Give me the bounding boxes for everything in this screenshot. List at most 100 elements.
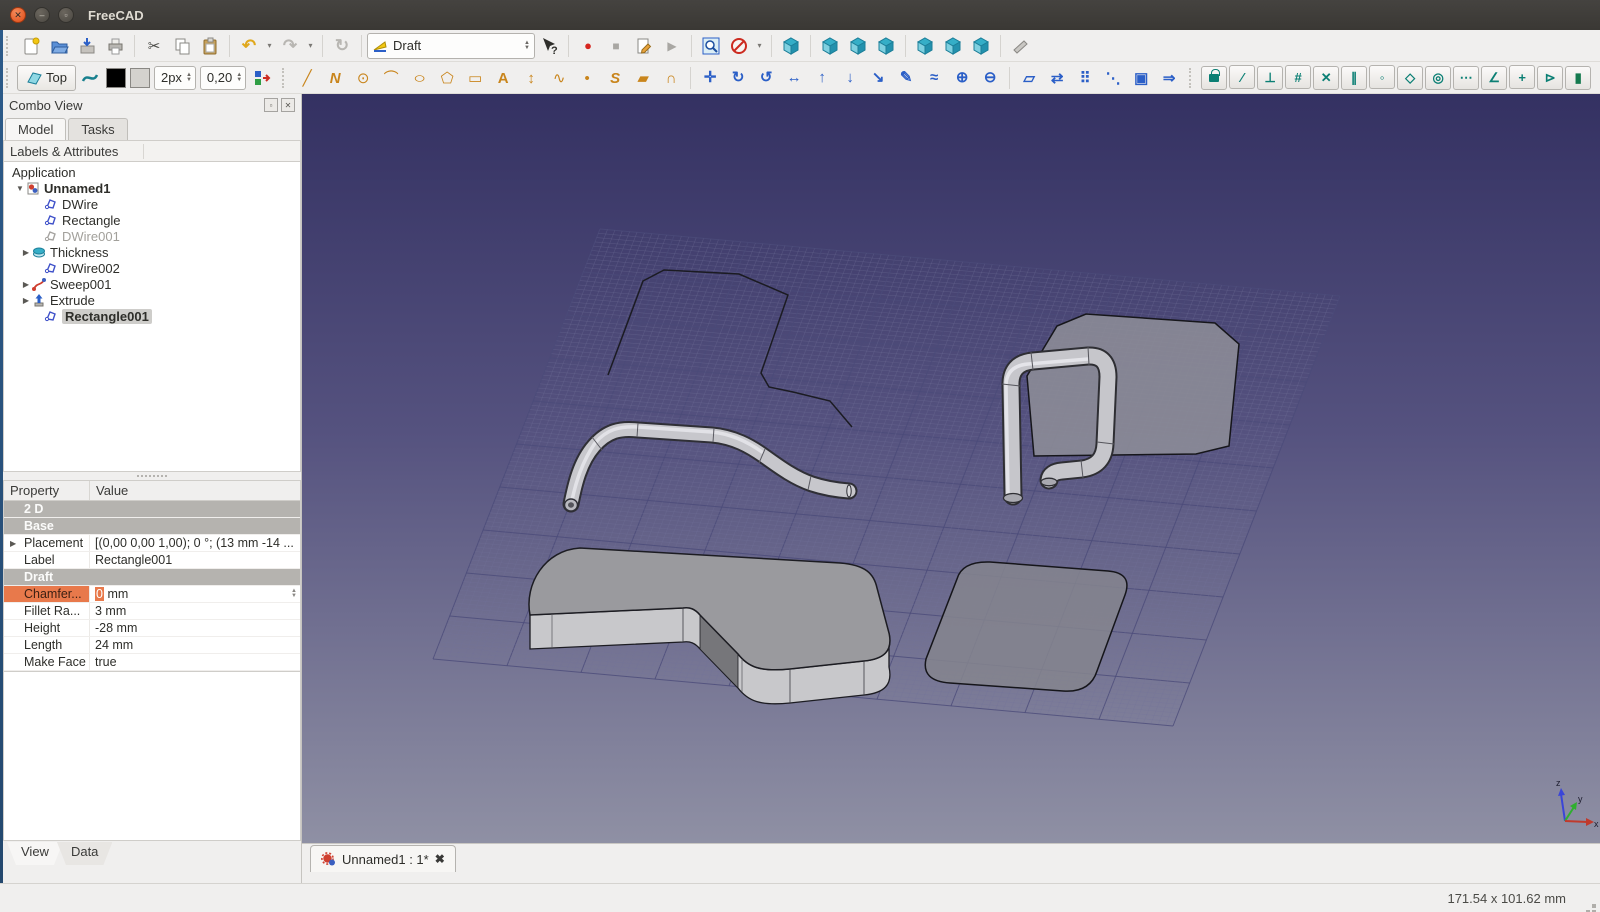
tree-item-dwire001[interactable]: DWire001 bbox=[4, 228, 300, 244]
line-color-button[interactable] bbox=[76, 65, 104, 91]
draft-delete-point[interactable]: ⊖ bbox=[976, 64, 1004, 90]
draft-bspline[interactable]: ∿ bbox=[545, 65, 573, 91]
view-bottom-button[interactable] bbox=[939, 33, 967, 59]
whats-this-button[interactable]: ? bbox=[535, 33, 563, 59]
workbench-spinner[interactable]: ▲▼ bbox=[524, 41, 530, 51]
draft-wire[interactable]: N bbox=[321, 65, 349, 91]
object-rounded-rectangle[interactable] bbox=[925, 562, 1127, 691]
snap-grid[interactable]: # bbox=[1285, 65, 1311, 89]
expand-icon[interactable]: ▶ bbox=[10, 539, 16, 548]
working-plane-button[interactable]: Top bbox=[17, 65, 76, 91]
collapse-icon[interactable]: ▼ bbox=[14, 184, 26, 193]
view-rear-button[interactable] bbox=[911, 33, 939, 59]
tree-item-thickness[interactable]: ▶ Thickness bbox=[4, 244, 300, 260]
draw-style-dropdown-caret[interactable]: ▾ bbox=[753, 33, 766, 59]
toolbar-drag-handle[interactable] bbox=[1189, 68, 1196, 88]
toolbar-drag-handle[interactable] bbox=[6, 36, 13, 56]
close-document-icon[interactable]: ✖ bbox=[435, 852, 445, 866]
tab-model[interactable]: Model bbox=[5, 118, 66, 140]
line-color-swatch[interactable] bbox=[106, 68, 126, 88]
property-group-2d[interactable]: 2 D bbox=[4, 501, 300, 518]
macro-stop-button[interactable]: ■ bbox=[602, 33, 630, 59]
undo-dropdown-caret[interactable]: ▾ bbox=[263, 33, 276, 59]
object-octagon-plate[interactable] bbox=[1027, 314, 1239, 456]
toolbar-drag-handle[interactable] bbox=[282, 68, 289, 88]
save-document-button[interactable] bbox=[73, 33, 101, 59]
snap-parallel[interactable]: ∥ bbox=[1341, 66, 1367, 90]
draft-mirror[interactable]: ⇒ bbox=[1155, 65, 1183, 91]
snap-perpendicular[interactable]: ⊥ bbox=[1257, 66, 1283, 90]
cut-button[interactable]: ✂ bbox=[140, 33, 168, 59]
property-group-draft[interactable]: Draft bbox=[4, 569, 300, 586]
draft-upgrade[interactable]: ↑ bbox=[808, 65, 836, 91]
draft-line[interactable]: ╱ bbox=[293, 65, 321, 91]
refresh-button[interactable]: ↻ bbox=[328, 33, 356, 59]
undo-button[interactable]: ↶ bbox=[235, 33, 263, 59]
draft-ellipse[interactable]: ○ bbox=[405, 65, 433, 91]
draft-offset[interactable]: ↺ bbox=[752, 64, 780, 90]
new-document-button[interactable] bbox=[17, 33, 45, 59]
snap-intersection[interactable]: ✕ bbox=[1313, 66, 1339, 90]
expand-icon[interactable]: ▶ bbox=[20, 280, 32, 289]
float-panel-button[interactable]: ▫ bbox=[264, 98, 278, 112]
draft-clone[interactable]: ▣ bbox=[1127, 65, 1155, 91]
line-width-spinbox[interactable]: 2px ▲▼ bbox=[154, 66, 196, 90]
value-spinner[interactable]: ▲▼ bbox=[291, 589, 300, 599]
tab-tasks[interactable]: Tasks bbox=[68, 118, 127, 140]
tree-item-extrude[interactable]: ▶ Extrude bbox=[4, 292, 300, 308]
open-document-button[interactable] bbox=[45, 33, 73, 59]
close-panel-button[interactable]: ✕ bbox=[281, 98, 295, 112]
scale-spinbox[interactable]: 0,20 ▲▼ bbox=[200, 66, 246, 90]
fit-all-button[interactable] bbox=[697, 33, 725, 59]
draft-dimension[interactable]: ↕ bbox=[517, 65, 545, 91]
panel-splitter[interactable] bbox=[3, 472, 301, 480]
snap-midpoint[interactable]: ◦ bbox=[1369, 65, 1395, 89]
draft-move[interactable]: ✛ bbox=[696, 64, 724, 90]
redo-button[interactable]: ↷ bbox=[276, 33, 304, 59]
maximize-window-button[interactable]: ▫ bbox=[58, 7, 74, 23]
view-right-button[interactable] bbox=[872, 33, 900, 59]
draft-shape-2d-view[interactable]: ▱ bbox=[1015, 65, 1043, 91]
face-color-swatch[interactable] bbox=[130, 68, 150, 88]
macro-edit-button[interactable] bbox=[630, 33, 658, 59]
macro-record-button[interactable]: ● bbox=[574, 33, 602, 59]
draft-array[interactable]: ⠿ bbox=[1071, 65, 1099, 91]
snap-endpoint[interactable]: ∕ bbox=[1229, 65, 1255, 89]
snap-lock[interactable] bbox=[1201, 66, 1227, 90]
snap-ortho[interactable]: + bbox=[1509, 65, 1535, 89]
draft-text[interactable]: A bbox=[489, 65, 517, 91]
draft-add-point[interactable]: ⊕ bbox=[948, 64, 976, 90]
draft-edit[interactable]: ✎ bbox=[892, 64, 920, 90]
object-swept-tube[interactable] bbox=[565, 423, 852, 511]
view-top-button[interactable] bbox=[844, 33, 872, 59]
snap-extension[interactable]: ◇ bbox=[1397, 66, 1423, 90]
close-window-button[interactable]: ✕ bbox=[10, 7, 26, 23]
view-axonometric-button[interactable] bbox=[777, 33, 805, 59]
tree-item-unnamed1[interactable]: ▼ Unnamed1 bbox=[4, 180, 300, 196]
tree-item-dwire[interactable]: DWire bbox=[4, 196, 300, 212]
draft-scale[interactable]: ↘ bbox=[864, 64, 892, 90]
draft-bezcurve[interactable]: ∩ bbox=[657, 65, 685, 91]
redo-dropdown-caret[interactable]: ▾ bbox=[304, 33, 317, 59]
expand-icon[interactable]: ▶ bbox=[20, 248, 32, 257]
draft-wire-to-bspline[interactable]: ≈ bbox=[920, 65, 948, 91]
draw-style-button[interactable] bbox=[725, 33, 753, 59]
measure-distance-button[interactable] bbox=[1006, 33, 1034, 59]
draft-downgrade[interactable]: ↓ bbox=[836, 65, 864, 91]
snap-near[interactable]: ⊳ bbox=[1537, 66, 1563, 90]
property-group-base[interactable]: Base bbox=[4, 518, 300, 535]
draft-facebinder[interactable]: ▰ bbox=[629, 65, 657, 91]
toolbar-drag-handle[interactable] bbox=[6, 68, 13, 88]
tab-view[interactable]: View bbox=[7, 842, 63, 865]
print-button[interactable] bbox=[101, 33, 129, 59]
snap-special[interactable]: ⋯ bbox=[1453, 66, 1479, 90]
draft-circle[interactable]: ⊙ bbox=[349, 65, 377, 91]
line-width-spinner[interactable]: ▲▼ bbox=[186, 73, 192, 83]
copy-button[interactable] bbox=[168, 33, 196, 59]
tree-item-rectangle001[interactable]: Rectangle001 bbox=[4, 308, 300, 324]
scale-spinner[interactable]: ▲▼ bbox=[236, 73, 242, 83]
tree-item-rectangle[interactable]: Rectangle bbox=[4, 212, 300, 228]
paste-button[interactable] bbox=[196, 33, 224, 59]
macro-play-button[interactable]: ▶ bbox=[658, 33, 686, 59]
view-left-button[interactable] bbox=[967, 33, 995, 59]
